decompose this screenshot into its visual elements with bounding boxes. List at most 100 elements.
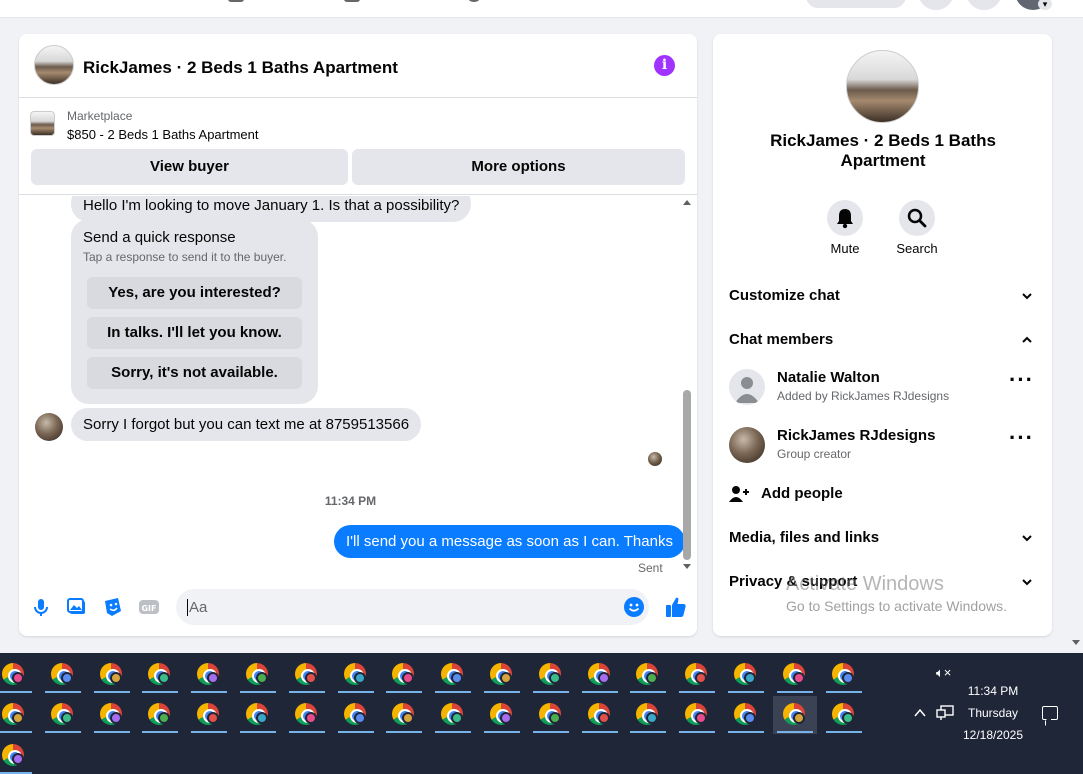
taskbar-browser-window-icon[interactable] <box>675 696 719 734</box>
top-search-pill[interactable] <box>806 0 906 8</box>
taskbar-browser-window-icon[interactable] <box>138 656 182 694</box>
notification-center-icon[interactable] <box>1042 706 1058 720</box>
profile-badge-icon <box>792 712 805 724</box>
scroll-thumb[interactable] <box>683 390 691 560</box>
taskbar-browser-window-icon[interactable] <box>822 656 866 694</box>
chevron-down-icon[interactable] <box>1021 290 1033 302</box>
photo-icon[interactable] <box>66 596 88 618</box>
taskbar-browser-window-icon[interactable] <box>431 656 475 694</box>
media-files-links-toggle[interactable]: Media, files and links <box>729 529 879 546</box>
view-buyer-button[interactable]: View buyer <box>31 149 348 185</box>
chat-members-toggle[interactable]: Chat members <box>729 331 833 348</box>
profile-badge-icon <box>841 672 854 684</box>
taskbar-browser-window-icon[interactable] <box>187 656 231 694</box>
taskbar-browser-window-icon[interactable] <box>578 696 622 734</box>
clock-day[interactable]: Thursday <box>944 706 1042 720</box>
taskbar-browser-window-icon[interactable] <box>626 696 670 734</box>
microphone-icon[interactable] <box>30 596 52 618</box>
taskbar-browser-window-icon[interactable] <box>822 696 866 734</box>
search-button[interactable]: Search <box>887 200 947 256</box>
taskbar-browser-window-icon[interactable] <box>772 696 817 734</box>
thumbs-up-icon[interactable] <box>664 595 688 619</box>
scroll-up-arrow-icon[interactable] <box>683 200 691 205</box>
taskbar-browser-window-icon[interactable] <box>90 696 134 734</box>
taskbar-browser-window-icon[interactable] <box>578 656 622 694</box>
windows-taskbar: 🔈︎× 11:34 PM Thursday 12/18/2025 <box>0 653 1083 774</box>
taskbar-browser-window-icon[interactable] <box>285 656 329 694</box>
taskbar-browser-window-icon[interactable] <box>0 737 36 774</box>
emoji-icon[interactable] <box>624 597 644 617</box>
speaker-muted-icon[interactable]: 🔈︎× <box>936 665 951 681</box>
activate-windows-hint: Go to Settings to activate Windows. <box>786 598 1007 614</box>
chat-title[interactable]: RickJames · 2 Beds 1 Baths Apartment <box>83 58 398 78</box>
running-indicator <box>435 731 472 733</box>
profile-badge-icon <box>548 672 561 684</box>
chevron-down-icon[interactable] <box>1021 532 1033 544</box>
taskbar-browser-window-icon[interactable] <box>0 656 36 694</box>
page-scroll-down-arrow-icon[interactable] <box>1072 640 1080 645</box>
clock-time[interactable]: 11:34 PM <box>944 684 1042 698</box>
listing-thumbnail[interactable] <box>34 45 74 85</box>
taskbar-browser-window-icon[interactable] <box>382 656 426 694</box>
mute-button[interactable]: Mute <box>815 200 875 256</box>
running-indicator <box>44 731 81 733</box>
taskbar-browser-window-icon[interactable] <box>236 696 280 734</box>
sender-avatar[interactable] <box>35 413 63 441</box>
taskbar-browser-window-icon[interactable] <box>724 656 768 694</box>
chevron-down-icon[interactable] <box>1021 576 1033 588</box>
marketplace-icon[interactable] <box>466 0 482 2</box>
member-row[interactable]: Natalie Walton Added by RickJames RJdesi… <box>729 367 1039 407</box>
taskbar-browser-window-icon[interactable] <box>529 656 573 694</box>
message-bubble-incoming: Sorry I forgot but you can text me at 87… <box>71 408 422 441</box>
taskbar-browser-window-icon[interactable] <box>138 696 182 734</box>
member-name: Natalie Walton <box>777 369 880 386</box>
gif-icon[interactable]: GIF <box>138 596 160 618</box>
more-horizontal-icon[interactable]: ··· <box>1009 427 1034 449</box>
taskbar-browser-window-icon[interactable] <box>675 656 719 694</box>
chevron-up-icon[interactable] <box>914 708 926 718</box>
taskbar-browser-window-icon[interactable] <box>529 696 573 734</box>
quick-response-yes[interactable]: Yes, are you interested? <box>87 277 302 309</box>
add-people-button[interactable]: Add people <box>761 485 843 502</box>
taskbar-browser-window-icon[interactable] <box>431 696 475 734</box>
taskbar-browser-window-icon[interactable] <box>0 696 36 734</box>
clock-date[interactable]: 12/18/2025 <box>944 728 1042 742</box>
chat-panel: RickJames · 2 Beds 1 Baths Apartment i M… <box>19 34 697 636</box>
taskbar-browser-window-icon[interactable] <box>334 656 378 694</box>
taskbar-browser-window-icon[interactable] <box>236 656 280 694</box>
message-scrollbar[interactable] <box>681 196 693 574</box>
more-horizontal-icon[interactable]: ··· <box>1009 369 1034 391</box>
taskbar-browser-window-icon[interactable] <box>480 656 524 694</box>
more-options-button[interactable]: More options <box>352 149 685 185</box>
message-input[interactable]: Aa <box>176 589 649 625</box>
home-icon[interactable] <box>228 0 244 2</box>
member-row[interactable]: RickJames RJdesigns Group creator ··· <box>729 425 1039 465</box>
chevron-up-icon[interactable] <box>1021 334 1033 346</box>
customize-chat-toggle[interactable]: Customize chat <box>729 287 840 304</box>
taskbar-browser-window-icon[interactable] <box>773 656 817 694</box>
quick-response-not-available[interactable]: Sorry, it's not available. <box>87 357 302 389</box>
taskbar-browser-window-icon[interactable] <box>626 656 670 694</box>
taskbar-browser-window-icon[interactable] <box>334 696 378 734</box>
taskbar-browser-window-icon[interactable] <box>480 696 524 734</box>
taskbar-browser-window-icon[interactable] <box>90 656 134 694</box>
chevron-down-icon[interactable]: ▾ <box>1038 0 1052 10</box>
sticker-icon[interactable] <box>102 596 124 618</box>
quick-response-in-talks[interactable]: In talks. I'll let you know. <box>87 317 302 349</box>
taskbar-browser-window-icon[interactable] <box>285 696 329 734</box>
profile-badge-icon <box>256 712 268 724</box>
taskbar-browser-window-icon[interactable] <box>187 696 231 734</box>
taskbar-browser-window-icon[interactable] <box>41 656 85 694</box>
menu-icon[interactable] <box>918 0 954 10</box>
add-person-icon[interactable] <box>729 485 749 503</box>
taskbar-browser-window-icon[interactable] <box>724 696 768 734</box>
listing-title[interactable]: $850 - 2 Beds 1 Baths Apartment <box>67 127 259 142</box>
video-icon[interactable] <box>344 0 360 2</box>
scroll-down-arrow-icon[interactable] <box>683 564 691 569</box>
quick-response-card: Send a quick response Tap a response to … <box>71 219 318 404</box>
info-icon[interactable]: i <box>654 55 675 76</box>
running-indicator <box>93 691 130 693</box>
notifications-icon[interactable] <box>966 0 1002 10</box>
taskbar-browser-window-icon[interactable] <box>41 696 85 734</box>
taskbar-browser-window-icon[interactable] <box>382 696 426 734</box>
